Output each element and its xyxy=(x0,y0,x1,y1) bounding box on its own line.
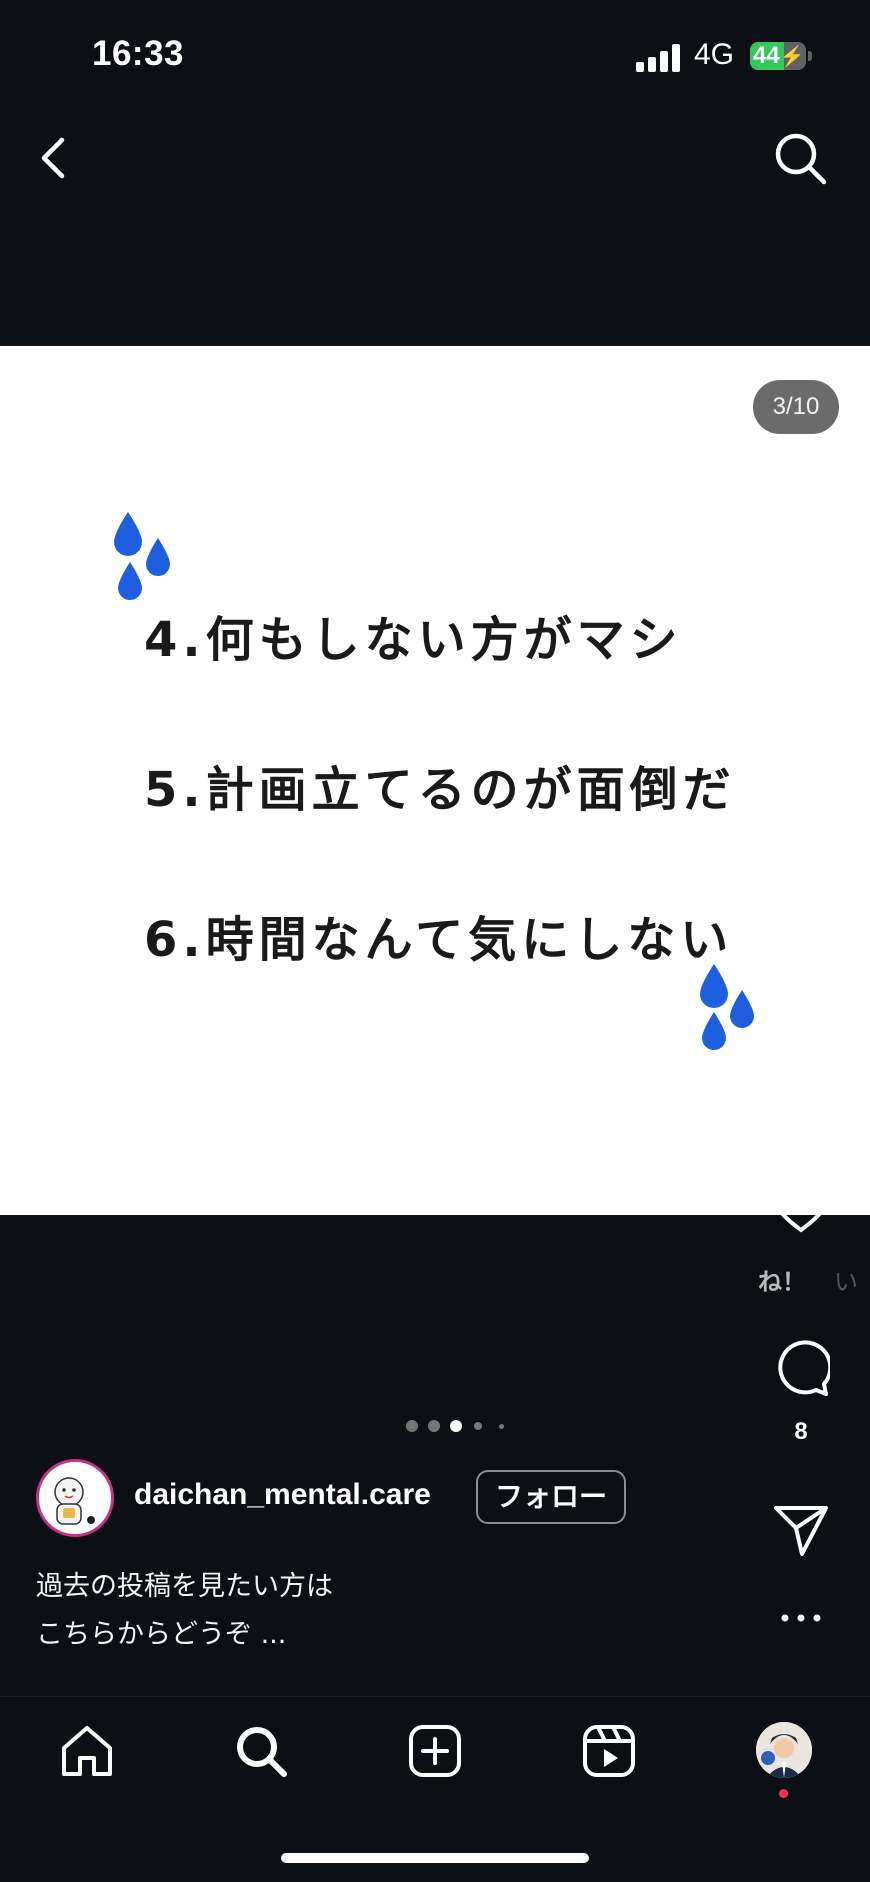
more-button[interactable] xyxy=(778,1610,824,1630)
comment-button[interactable] xyxy=(772,1340,833,1398)
home-indicator xyxy=(281,1853,589,1863)
comment-icon xyxy=(778,1340,833,1396)
notification-dot xyxy=(779,1789,788,1798)
post-line-6: 6.時間なんて気にしない xyxy=(144,912,734,968)
status-time: 16:33 xyxy=(92,34,185,73)
home-icon xyxy=(62,1726,112,1776)
profile-avatar-icon xyxy=(756,1722,812,1778)
water-drops-icon xyxy=(114,512,170,600)
share-button[interactable] xyxy=(772,1500,830,1558)
battery-cap xyxy=(808,51,812,61)
nav-search[interactable] xyxy=(232,1722,290,1780)
like-button[interactable] xyxy=(772,1180,830,1238)
network-type: 4G xyxy=(694,38,735,71)
search-button[interactable] xyxy=(772,130,830,188)
comment-count: 8 xyxy=(794,1418,808,1445)
post-line-4: 4.何もしない方がマシ xyxy=(144,612,683,668)
nav-reels[interactable] xyxy=(580,1722,638,1780)
search-icon xyxy=(237,1727,287,1777)
like-label-faded: い xyxy=(834,1269,858,1296)
carousel-indicator xyxy=(404,1416,514,1436)
water-drops-icon xyxy=(700,964,754,1050)
battery-level: 44 xyxy=(753,42,780,69)
carousel-counter: 3/10 xyxy=(753,380,839,434)
nav-home[interactable] xyxy=(58,1722,116,1780)
like-label: ね！ xyxy=(758,1269,806,1296)
user-avatar[interactable] xyxy=(36,1459,114,1537)
nav-create[interactable] xyxy=(406,1722,464,1780)
more-icon xyxy=(781,1614,821,1622)
nav-divider xyxy=(0,1696,870,1697)
post-line-5: 5.計画立てるのが面倒だ xyxy=(144,762,736,818)
reels-icon xyxy=(583,1725,635,1777)
chevron-left-icon xyxy=(41,137,65,179)
nav-profile-avatar[interactable] xyxy=(756,1722,812,1778)
username[interactable]: daichan_mental.care xyxy=(134,1478,431,1512)
search-icon xyxy=(775,133,827,185)
battery-icon: 44⚡ xyxy=(750,42,806,70)
caption-line-1[interactable]: 過去の投稿を見たい方は xyxy=(36,1564,333,1603)
heart-icon xyxy=(773,1180,829,1233)
back-button[interactable] xyxy=(30,130,78,186)
create-icon xyxy=(409,1725,461,1777)
follow-button[interactable]: フォロー xyxy=(476,1470,626,1524)
maneki-neko-icon xyxy=(54,1477,95,1525)
send-icon xyxy=(774,1506,828,1556)
signal-icon xyxy=(636,44,680,72)
caption-line-2[interactable]: こちらからどうぞ ... xyxy=(36,1612,286,1651)
